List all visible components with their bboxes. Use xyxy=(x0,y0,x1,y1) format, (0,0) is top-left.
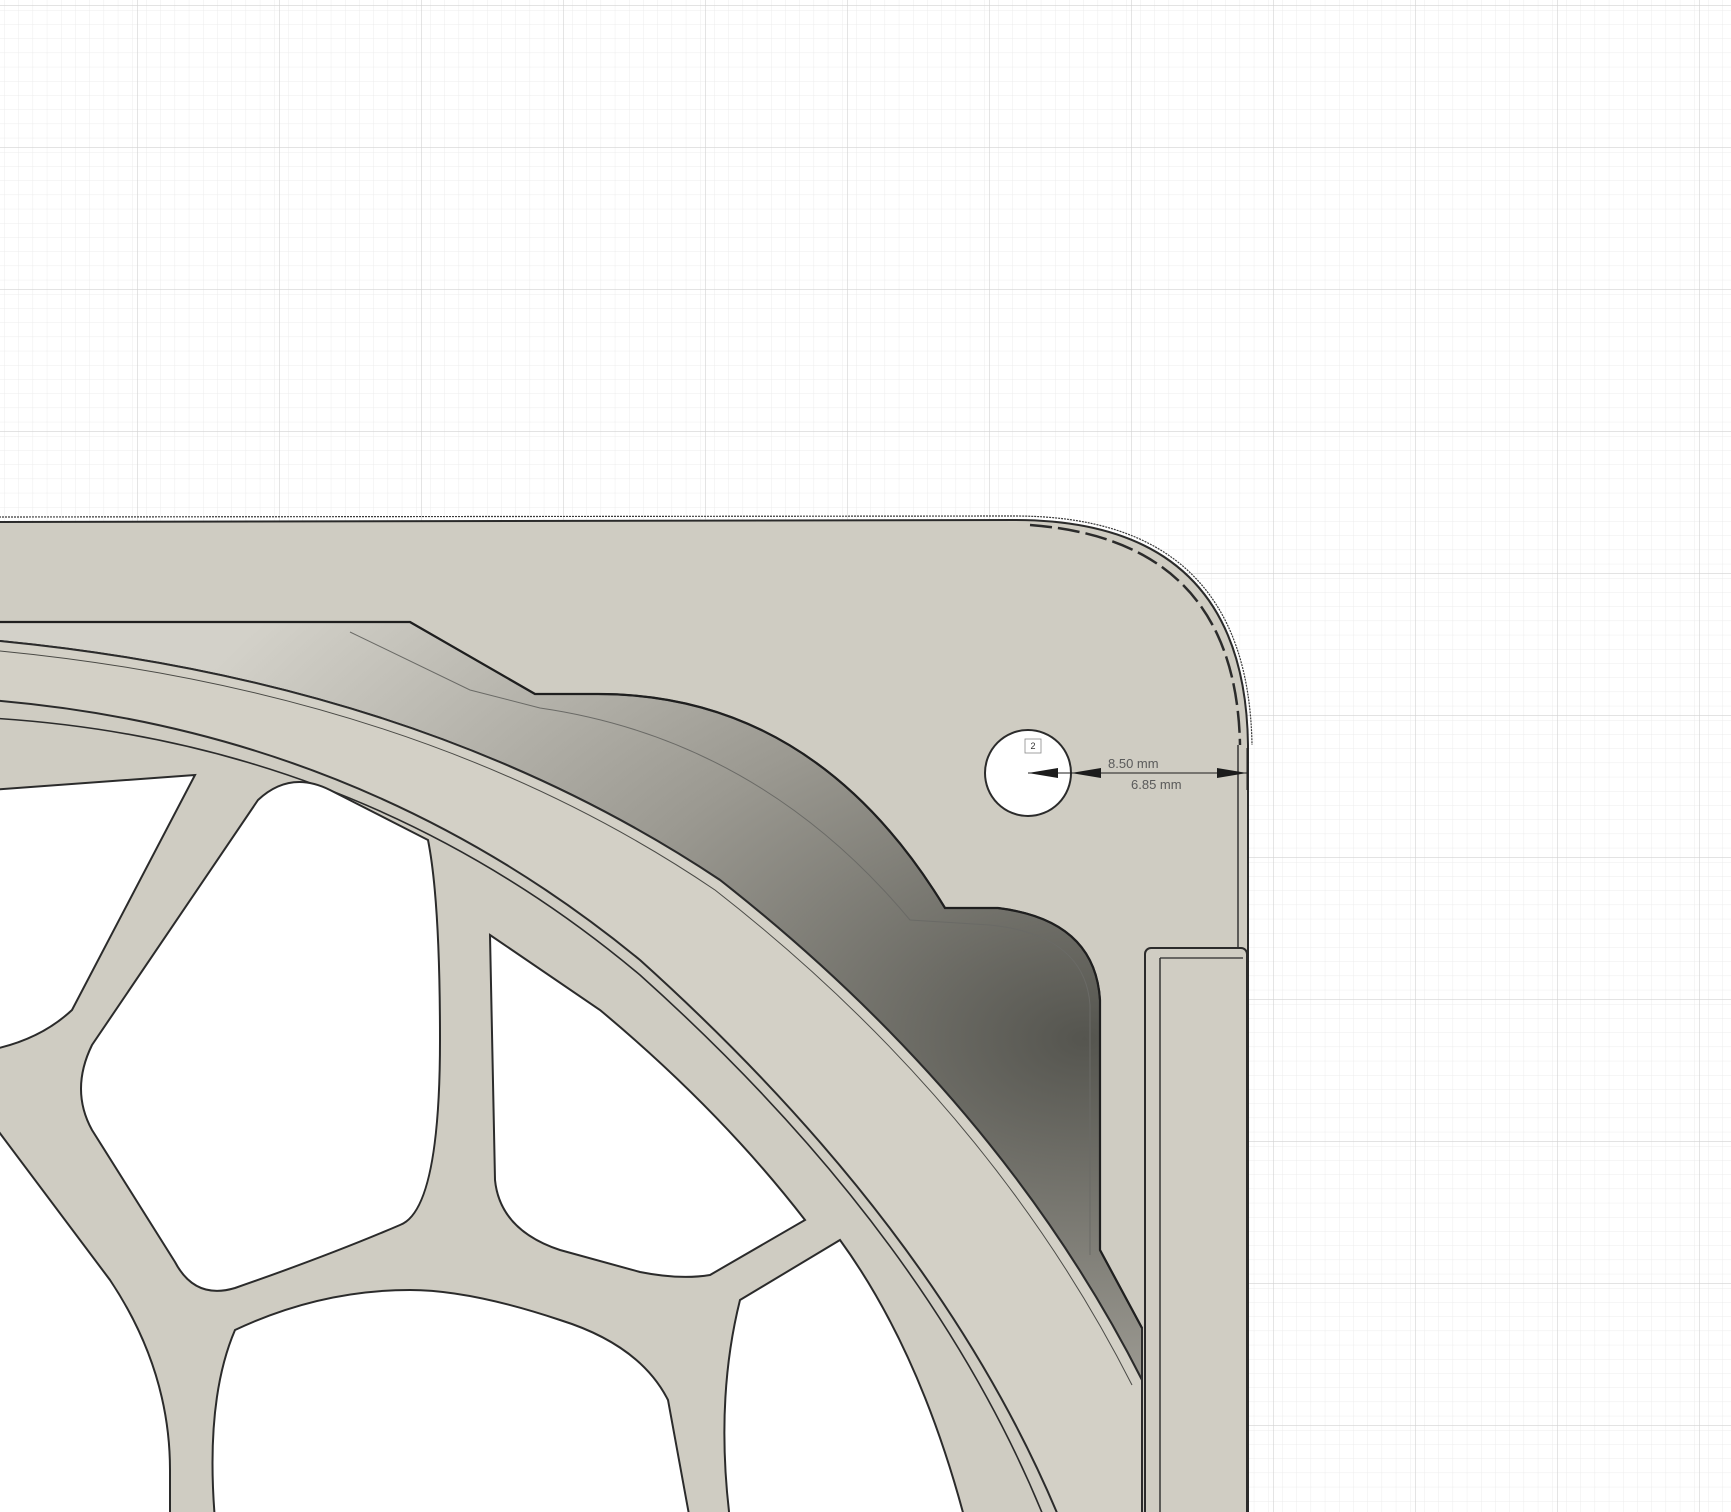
design-canvas[interactable]: 2 8.50 mm 6.85 mm xyxy=(0,0,1731,1512)
hole-marker-label: 2 xyxy=(1030,741,1035,751)
dimension-label-6-85[interactable]: 6.85 mm xyxy=(1131,777,1182,792)
dimension-label-8-50[interactable]: 8.50 mm xyxy=(1108,756,1159,771)
